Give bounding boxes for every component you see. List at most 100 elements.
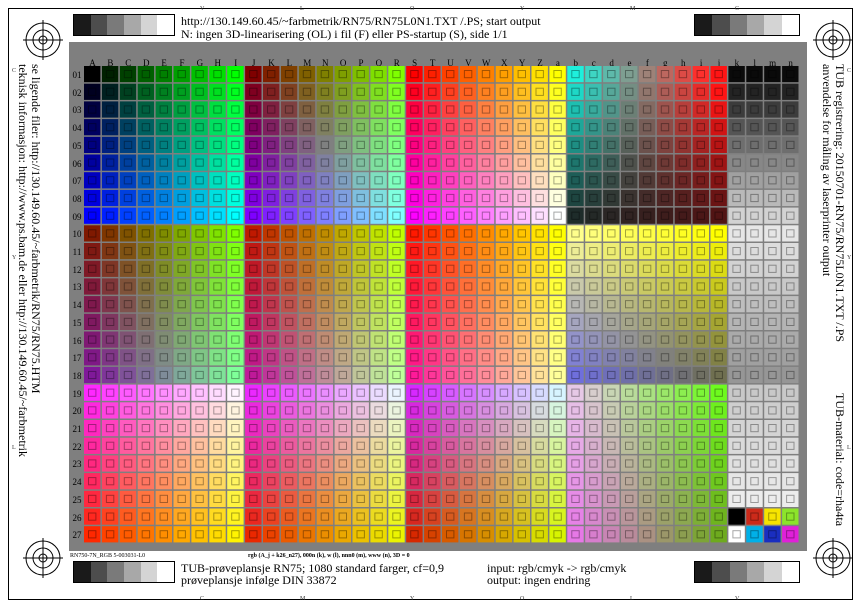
color-patch-inner [374,264,383,273]
color-patch-inner [696,193,705,203]
color-patch-inner [356,176,365,185]
color-patch-inner [732,158,741,167]
color-patch-inner [231,353,240,362]
color-patch-inner [302,176,312,185]
row-label: 19 [72,388,82,399]
color-patch-inner [374,247,383,256]
color-patch-inner [177,530,186,539]
color-patch-inner [463,282,473,291]
color-patch-inner [589,353,598,362]
color-patch-inner [499,282,509,291]
color-patch-inner [374,158,383,167]
color-patch-inner [607,335,616,344]
color-patch-inner [481,477,491,486]
color-patch-inner [535,123,544,132]
row-label: 25 [72,494,82,505]
color-patch-inner [535,211,544,220]
color-patch-inner [141,176,151,185]
header-line-2: N: ingen 3D-linearisering (OL) i fil (F)… [181,27,508,41]
color-patch-inner [553,441,562,450]
color-patch-inner [446,87,455,96]
color-patch-inner [786,176,795,185]
color-patch-inner [678,70,688,79]
color-patch-inner [678,512,688,521]
color-patch-inner [463,87,473,96]
color-patch-inner [660,193,670,203]
color-patch-inner [660,70,670,79]
color-patch-inner [446,211,455,220]
color-patch-inner [553,512,562,521]
color-patch-inner [159,123,168,132]
color-patch-inner [159,229,168,238]
color-patch-inner [284,353,294,362]
edge-letter: Y [520,6,525,12]
color-patch-inner [374,176,383,185]
color-patch-inner [195,317,204,327]
color-patch-inner [607,300,616,309]
color-patch-inner [213,441,222,450]
color-patch-inner [750,477,759,486]
color-patch-inner [338,282,348,291]
color-patch-inner [714,353,723,362]
color-patch-inner [589,494,598,503]
color-patch-inner [410,530,419,539]
color-patch-inner [249,406,258,415]
color-patch-inner [463,158,473,167]
color-patch-inner [356,441,365,450]
color-patch-inner [589,441,598,450]
grey-step [107,15,125,35]
color-patch-inner [249,282,258,291]
color-patch-inner [231,264,240,273]
row-label: 11 [72,247,82,257]
color-patch-inner [732,300,741,309]
color-patch-inner [463,459,473,468]
color-patch-inner [105,335,115,344]
color-patch-inner [642,424,652,433]
color-patch-inner [356,247,365,256]
color-patch-inner [589,370,598,380]
color-patch-inner [284,123,294,132]
grey-step [695,15,713,35]
color-patch-inner [535,512,544,521]
color-patch-inner [88,140,97,150]
grey-step-strip-top-left [73,14,175,36]
color-patch-inner [535,264,544,273]
color-patch-inner [338,247,348,256]
color-patch-inner [267,123,276,132]
color-patch-inner [786,247,795,256]
color-patch-inner [732,477,741,486]
color-patch-inner [356,105,365,114]
color-patch-inner [553,87,562,96]
color-patch-inner [249,70,258,79]
color-patch-inner [338,353,348,362]
color-patch-inner [481,158,491,167]
color-patch-inner [571,87,580,96]
color-patch-inner [159,70,168,79]
color-patch-inner [660,158,670,167]
color-patch-inner [499,140,509,150]
color-patch-inner [177,70,186,79]
color-patch-inner [195,193,204,203]
color-patch-inner [768,264,777,273]
color-patch-inner [607,70,616,79]
color-patch-inner [141,300,151,309]
color-patch-inner [732,530,741,539]
color-patch-inner [356,229,365,238]
row-label: 27 [72,530,82,541]
color-patch-inner [768,530,777,539]
color-patch-inner [249,247,258,256]
color-patch-inner [786,282,795,291]
color-patch-inner [786,158,795,167]
color-patch-inner [105,388,115,397]
color-patch-inner [481,512,491,521]
color-patch-inner [625,406,634,415]
color-patch-inner [571,335,580,344]
color-patch-inner [213,105,222,114]
color-patch-inner [392,282,401,291]
color-patch-inner [696,300,705,309]
color-patch-inner [714,282,723,291]
color-patch-inner [320,530,330,539]
color-patch-inner [249,459,258,468]
color-patch-inner [463,335,473,344]
color-patch-inner [338,494,348,503]
